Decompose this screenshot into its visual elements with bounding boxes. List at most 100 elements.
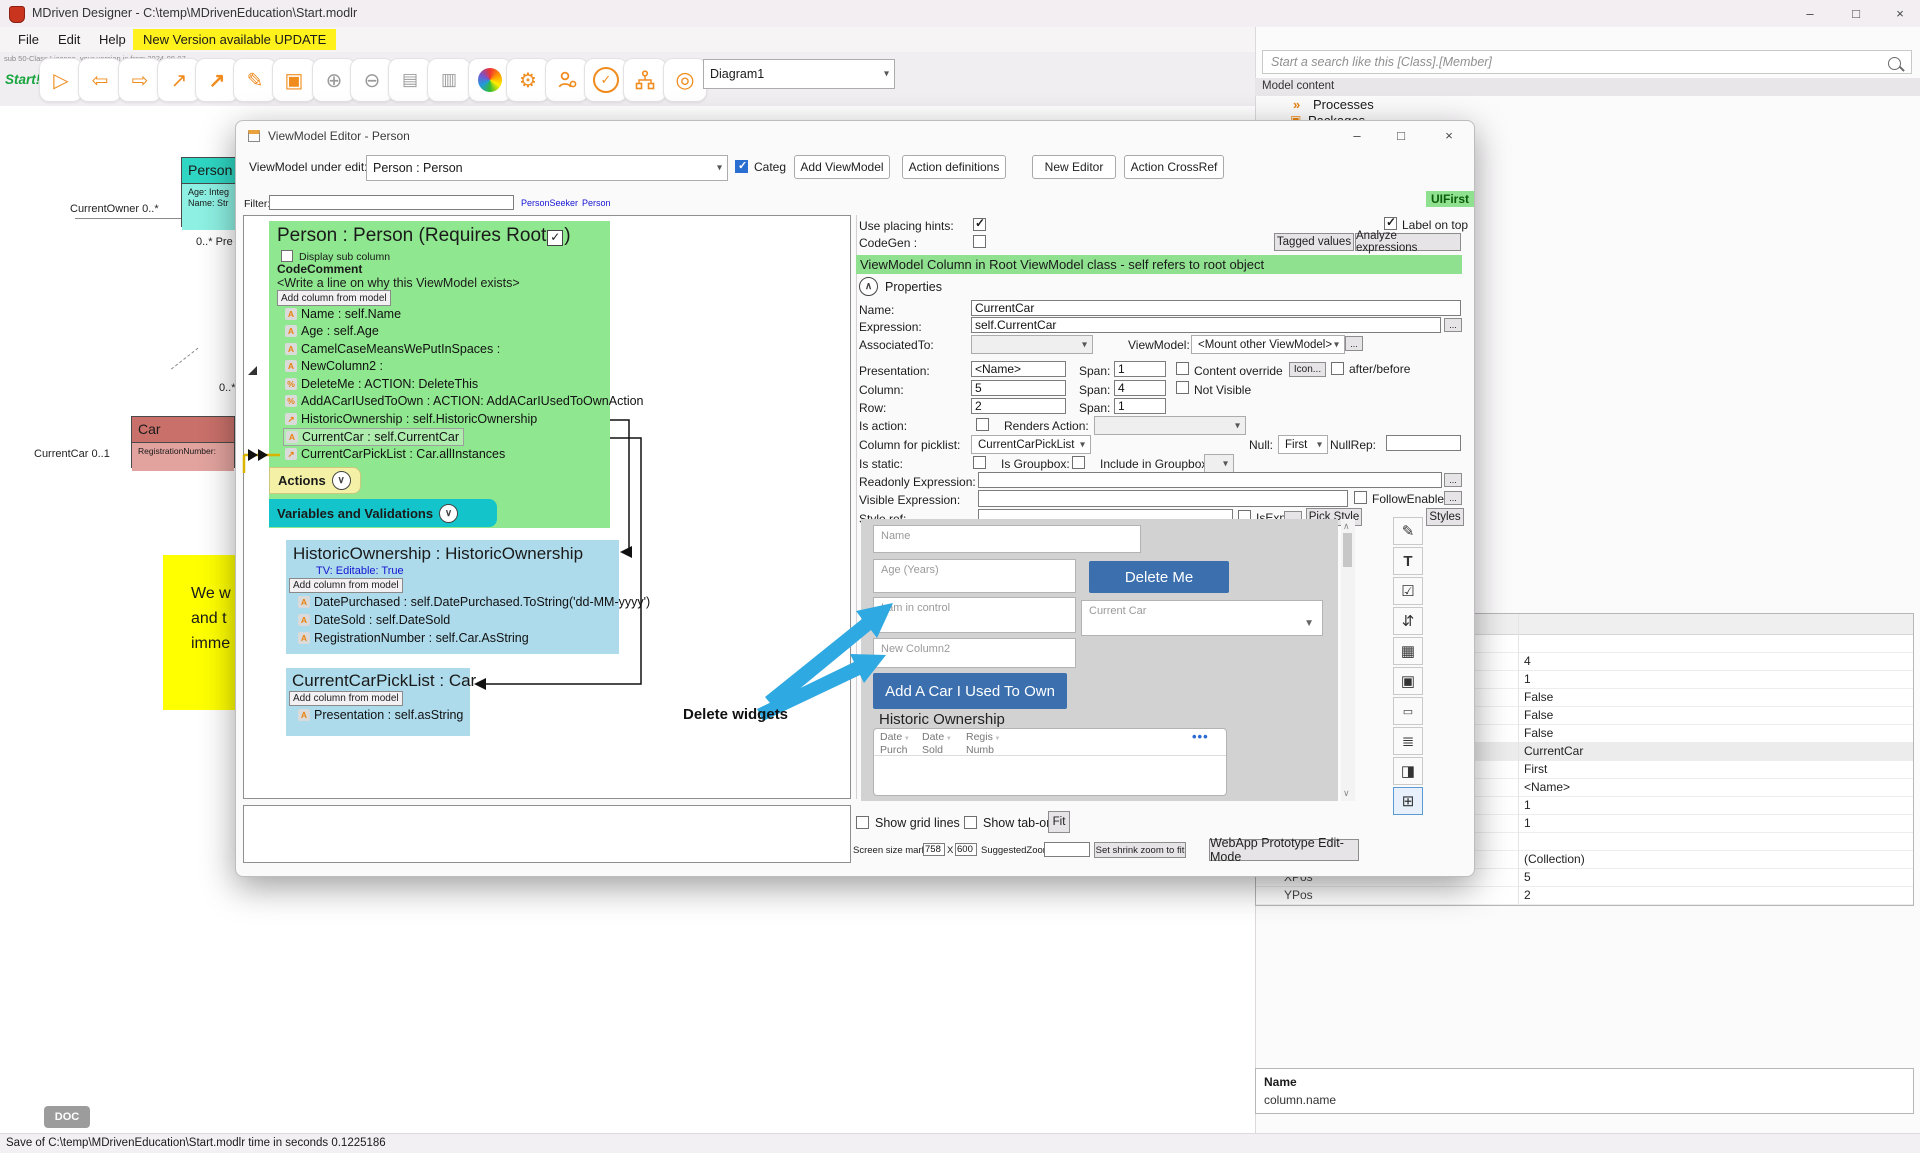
add-column-button[interactable]: Add column from model xyxy=(289,578,403,593)
tree-item[interactable]: ADateSold : self.DateSold xyxy=(298,613,450,627)
null-select[interactable]: First xyxy=(1278,435,1328,454)
table-row[interactable]: YPos2 xyxy=(1256,886,1913,905)
tree-item[interactable]: ARegistrationNumber : self.Car.AsString xyxy=(298,631,529,645)
readonly-expression-field[interactable] xyxy=(978,472,1442,488)
tree-item[interactable]: ↗CurrentCarPickList : Car.allInstances xyxy=(285,447,505,461)
show-tab-order-checkbox[interactable] xyxy=(964,816,977,829)
picklist-select[interactable]: CurrentCarPickList xyxy=(971,435,1091,454)
toolbox-package-icon[interactable]: ◨ xyxy=(1393,757,1423,785)
viewmodel-under-edit-select[interactable]: Person : Person xyxy=(366,155,728,181)
preview-name-input[interactable]: Name xyxy=(873,525,1141,553)
tree-item-selected[interactable]: ACurrentCar : self.CurrentCar xyxy=(283,428,464,446)
categ-checkbox[interactable] xyxy=(735,160,748,173)
label-on-top-checkbox[interactable] xyxy=(1384,217,1397,230)
toolbox-list-icon[interactable]: ≣ xyxy=(1393,727,1423,755)
chevron-up-icon[interactable]: ∧ xyxy=(859,277,878,296)
row-span-field[interactable]: 1 xyxy=(1114,398,1166,414)
window-maximize-button[interactable]: □ xyxy=(1836,1,1876,25)
variables-section[interactable]: Variables and Validations∨ xyxy=(269,499,497,527)
add-column-button[interactable]: Add column from model xyxy=(289,691,403,706)
tree-item[interactable]: AName : self.Name xyxy=(285,307,401,321)
styles-button[interactable]: Styles xyxy=(1426,508,1464,526)
window-run-icon[interactable]: ▥ xyxy=(427,58,471,102)
picklist-box[interactable]: CurrentCarPickList : Car Add column from… xyxy=(286,668,470,736)
diagram-selector[interactable]: Diagram1 xyxy=(703,59,895,89)
add-column-button[interactable]: Add column from model xyxy=(277,290,391,306)
shrink-zoom-button[interactable]: Set shrink zoom to fit xyxy=(1094,842,1186,858)
visible-expression-field[interactable] xyxy=(978,490,1348,507)
table-header[interactable]: Date ▼Sold xyxy=(922,732,952,756)
action-crossref-button[interactable]: Action CrossRef xyxy=(1124,155,1224,179)
table-menu-dots[interactable]: ••• xyxy=(1192,729,1209,744)
tree-item[interactable]: AAge : self.Age xyxy=(285,324,379,338)
analyze-expressions-button[interactable]: Analyze expressions xyxy=(1355,233,1461,251)
viewmodel-select[interactable]: <Mount other ViewModel> xyxy=(1191,335,1345,354)
visible-ellipsis-button[interactable]: ... xyxy=(1444,491,1462,505)
window-alert-icon[interactable]: ▤ xyxy=(388,58,432,102)
dialog-maximize-button[interactable]: □ xyxy=(1384,123,1418,147)
filter-input[interactable] xyxy=(269,195,514,210)
toolbox-window-gear-icon[interactable]: ⊞ xyxy=(1393,787,1423,815)
splitter[interactable] xyxy=(856,215,857,799)
pencil-icon[interactable]: ✎ xyxy=(233,58,277,102)
tagged-values-button[interactable]: Tagged values xyxy=(1274,233,1354,251)
search-input[interactable] xyxy=(1262,50,1912,74)
after-before-checkbox[interactable] xyxy=(1331,362,1344,375)
tree-item-processes[interactable]: Processes xyxy=(1313,97,1374,112)
validate-check-icon[interactable]: ✓ xyxy=(584,58,628,102)
associatedto-select[interactable] xyxy=(971,335,1093,354)
column-span-field[interactable]: 4 xyxy=(1114,380,1166,396)
properties-section-header[interactable]: ∧ Properties xyxy=(859,277,942,296)
screen-height-field[interactable]: 600 xyxy=(955,843,977,856)
scrollbar-thumb[interactable] xyxy=(1343,533,1352,567)
toolbox-image-icon[interactable]: ▣ xyxy=(1393,667,1423,695)
tree-item[interactable]: ↗HistoricOwnership : self.HistoricOwners… xyxy=(285,412,537,426)
readonly-ellipsis-button[interactable]: ... xyxy=(1444,473,1462,487)
spiral-icon[interactable]: ◎ xyxy=(663,58,707,102)
back-arrow-icon[interactable]: ⇦ xyxy=(78,58,122,102)
is-static-checkbox[interactable] xyxy=(973,456,986,469)
toolbox-text-icon[interactable]: T xyxy=(1393,547,1423,575)
preview-age-input[interactable]: Age (Years) xyxy=(873,559,1076,593)
codegen-checkbox[interactable] xyxy=(973,235,986,248)
preview-delete-button[interactable]: Delete Me xyxy=(1089,561,1229,593)
renders-action-select[interactable] xyxy=(1094,416,1246,435)
preview-newcolumn2-input[interactable]: New Column2 xyxy=(873,638,1076,668)
menu-file[interactable]: File xyxy=(12,30,45,49)
update-notice[interactable]: New Version available UPDATE xyxy=(133,29,336,50)
preview-historic-table[interactable]: Date ▼Purch Date ▼Sold Regis ▼Numb ••• xyxy=(873,728,1227,796)
nullrep-field[interactable] xyxy=(1386,435,1461,451)
search-icon[interactable] xyxy=(1888,57,1901,70)
menu-edit[interactable]: Edit xyxy=(52,30,86,49)
org-chart-icon[interactable] xyxy=(623,58,667,102)
toolbox-edit-icon[interactable]: ✎ xyxy=(1393,517,1423,545)
toolbox-checkbox-icon[interactable]: ☑ xyxy=(1393,577,1423,605)
actions-section[interactable]: Actions∨ xyxy=(269,467,361,494)
viewmodel-ellipsis-button[interactable]: ... xyxy=(1345,336,1363,351)
window-close-button[interactable]: × xyxy=(1880,1,1920,25)
use-placing-checkbox[interactable] xyxy=(973,218,986,231)
icon-button[interactable]: Icon... xyxy=(1289,362,1326,377)
play-icon[interactable]: ▷ xyxy=(39,58,83,102)
content-override-checkbox[interactable] xyxy=(1176,362,1189,375)
preview-scrollbar[interactable]: ∧ ∨ xyxy=(1341,519,1355,801)
fit-button[interactable]: Fit xyxy=(1048,811,1070,833)
scroll-up-icon[interactable]: ∧ xyxy=(1343,521,1350,532)
new-editor-button[interactable]: New Editor xyxy=(1032,155,1116,179)
link-personseeker[interactable]: PersonSeeker xyxy=(521,198,578,208)
tree-item[interactable]: ANewColumn2 : xyxy=(285,359,383,373)
chevron-down-icon[interactable]: ∨ xyxy=(439,504,458,523)
tree-item[interactable]: %DeleteMe : ACTION: DeleteThis xyxy=(285,377,478,391)
tree-item[interactable]: ADatePurchased : self.DatePurchased.ToSt… xyxy=(298,595,650,609)
select-window-icon[interactable]: ▣ xyxy=(272,58,316,102)
show-grid-lines-checkbox[interactable] xyxy=(856,816,869,829)
not-visible-checkbox[interactable] xyxy=(1176,381,1189,394)
toolbox-sort-icon[interactable]: ⇵ xyxy=(1393,607,1423,635)
menu-help[interactable]: Help xyxy=(93,30,132,49)
scroll-down-icon[interactable]: ∨ xyxy=(1343,788,1350,799)
table-header[interactable]: Date ▼Purch xyxy=(880,732,910,756)
tree-item[interactable]: ACamelCaseMeansWePutInSpaces : xyxy=(285,342,500,356)
dialog-minimize-button[interactable]: – xyxy=(1340,123,1374,147)
settings-gears-icon[interactable]: ⚙ xyxy=(506,58,550,102)
follow-enable-checkbox[interactable] xyxy=(1354,491,1367,504)
